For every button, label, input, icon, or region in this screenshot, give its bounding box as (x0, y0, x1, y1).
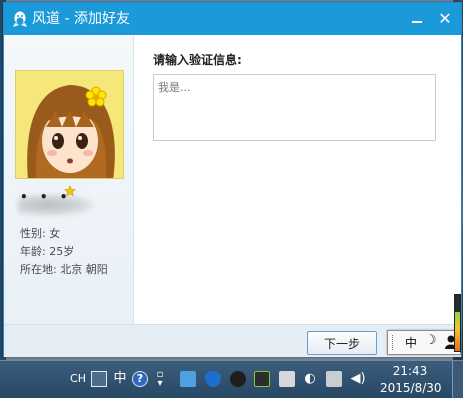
speaker-icon[interactable]: ◀) (350, 371, 366, 387)
clock[interactable]: 21:43 2015/8/30 (380, 363, 442, 397)
power-icon[interactable] (326, 371, 342, 387)
add-friend-window: 风道 - 添加好友 ✕ • • • 性别: 女 年龄: 25岁 所在地: 北京 … (3, 2, 462, 357)
clock-time: 21:43 (392, 364, 428, 378)
bluetooth-icon[interactable] (180, 371, 196, 387)
ime-mode-toggle[interactable]: 中 (405, 334, 417, 351)
clock-date: 2015/8/30 (380, 381, 442, 395)
star-icon (64, 185, 76, 197)
ime-settings-icon[interactable] (91, 371, 107, 387)
profile-panel: • • • 性别: 女 年龄: 25岁 所在地: 北京 朝阳 (4, 35, 134, 325)
ime-toolbar[interactable]: 中 ☽ (387, 330, 461, 355)
network-icon[interactable]: ◐ (302, 371, 318, 387)
moon-icon[interactable]: ☽ (425, 333, 437, 348)
avatar[interactable] (15, 70, 124, 179)
close-button[interactable]: ✕ (434, 9, 456, 29)
window-title: 风道 - 添加好友 (32, 11, 130, 27)
next-button[interactable]: 下一步 (307, 331, 377, 355)
language-indicator[interactable]: CH (68, 370, 88, 388)
title-bar[interactable]: 风道 - 添加好友 ✕ (4, 3, 461, 35)
nickname: • • • (18, 188, 93, 218)
security-shield-icon[interactable] (205, 371, 221, 387)
verification-message-input[interactable] (153, 74, 436, 141)
ime-drag-handle[interactable] (392, 335, 394, 350)
qq-penguin-icon (13, 11, 27, 27)
nvidia-icon[interactable] (254, 371, 270, 387)
minimize-icon (412, 21, 422, 23)
location-text: 所在地: 北京 朝阳 (20, 263, 108, 276)
volume-level-bar (454, 294, 461, 352)
avatar-cartoon-girl-icon (16, 71, 123, 178)
qq-tray-icon[interactable] (230, 371, 246, 387)
show-desktop-button[interactable] (452, 361, 463, 398)
minimize-button[interactable] (406, 9, 428, 29)
gender-text: 性别: 女 (20, 227, 61, 240)
update-icon[interactable] (279, 371, 295, 387)
verification-prompt: 请输入验证信息: (153, 53, 242, 67)
options-icon[interactable]: ▫ ▾ (154, 370, 166, 389)
taskbar: CH 中 ? ▫ ▾ ◐ ◀) 21:43 2015/8/30 (0, 360, 463, 398)
taskbar-ime-mode[interactable]: 中 (113, 370, 127, 388)
age-text: 年龄: 25岁 (20, 245, 75, 258)
help-icon[interactable]: ? (132, 371, 148, 387)
